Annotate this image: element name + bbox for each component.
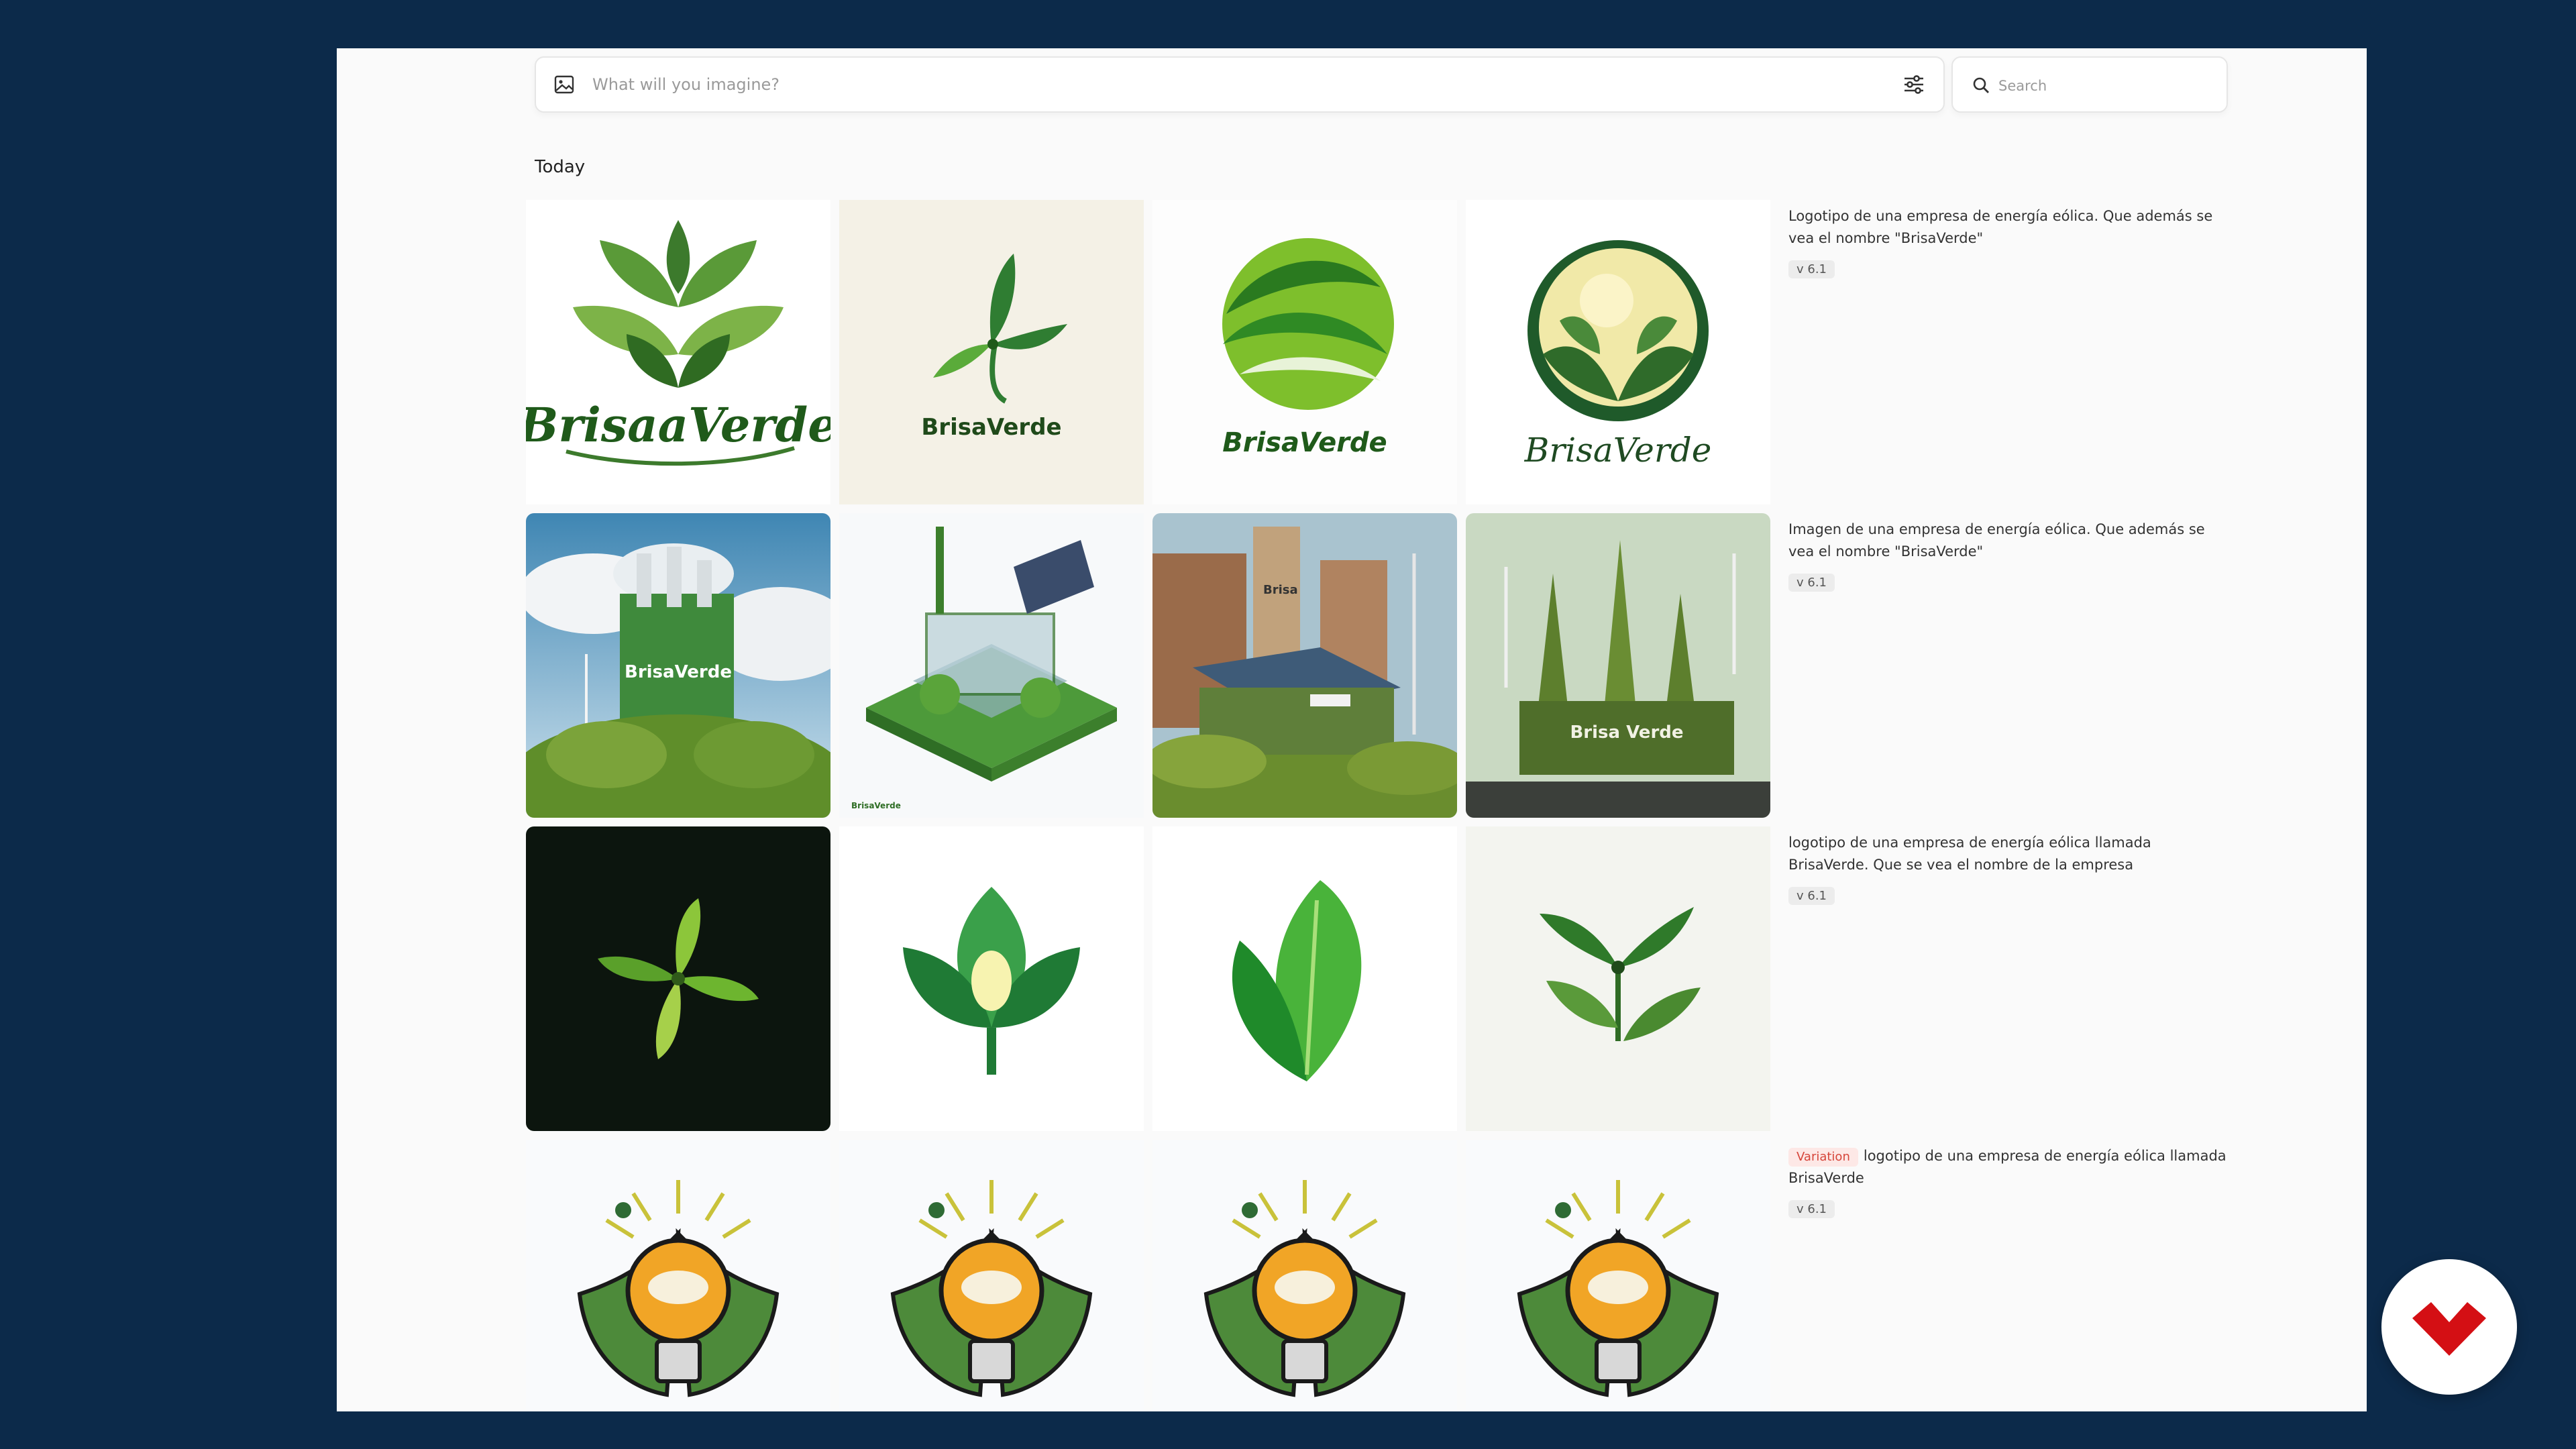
image-row-3: logotipo de una empresa de energía eólic…: [526, 826, 2243, 1131]
prompt-text[interactable]: Variation logotipo de una empresa de ener…: [1788, 1145, 2231, 1189]
image-row-1: BrisaaVerde BrisaVerde BrisaVerde BrisaV…: [526, 200, 2243, 504]
image-tile[interactable]: [839, 1140, 1144, 1411]
image-row-2: BrisaVerde BrisaVerde Brisa Brisa Verde …: [526, 513, 2243, 818]
brand-logo-icon: [2412, 1302, 2486, 1356]
image-tile[interactable]: BrisaVerde: [839, 513, 1144, 818]
tile-logo-text: BrisaVerde: [921, 414, 1061, 441]
tile-sign-text: Brisa: [1263, 583, 1298, 597]
prompt-text[interactable]: Imagen de una empresa de energía eólica.…: [1788, 519, 2231, 563]
image-tile[interactable]: [526, 1140, 830, 1411]
search-box: [1951, 56, 2228, 113]
search-icon: [1972, 76, 1990, 95]
image-tile[interactable]: [1152, 1140, 1457, 1411]
image-tile[interactable]: Brisa Verde: [1466, 513, 1770, 818]
prompt-info: logotipo de una empresa de energía eólic…: [1788, 832, 2231, 905]
tile-sign-text: BrisaVerde: [625, 662, 732, 682]
image-tile[interactable]: Brisa: [1152, 513, 1457, 818]
prompt-info: Imagen de una empresa de energía eólica.…: [1788, 519, 2231, 592]
version-badge: v 6.1: [1788, 887, 1835, 905]
image-tile[interactable]: BrisaVerde: [526, 513, 830, 818]
image-tile[interactable]: BrisaaVerde: [526, 200, 830, 504]
prompt-input[interactable]: [592, 68, 1867, 101]
image-tile[interactable]: [1466, 826, 1770, 1131]
image-icon[interactable]: [553, 74, 575, 95]
image-tile[interactable]: [526, 826, 830, 1131]
prompt-text[interactable]: Logotipo de una empresa de energía eólic…: [1788, 205, 2231, 250]
tile-logo-text: BrisaVerde: [1222, 427, 1387, 458]
app-window: Today BrisaaVerde: [337, 48, 2367, 1411]
image-tile[interactable]: [839, 826, 1144, 1131]
version-badge: v 6.1: [1788, 574, 1835, 592]
image-tile[interactable]: BrisaVerde: [1152, 200, 1457, 504]
version-badge: v 6.1: [1788, 260, 1835, 278]
prompt-text[interactable]: logotipo de una empresa de energía eólic…: [1788, 832, 2231, 876]
image-row-4: Variation logotipo de una empresa de ener…: [526, 1140, 2243, 1411]
tile-sign-text: Brisa Verde: [1570, 722, 1683, 743]
image-tile[interactable]: [1152, 826, 1457, 1131]
image-tile[interactable]: [1466, 1140, 1770, 1411]
search-input[interactable]: [1998, 70, 2213, 102]
version-badge: v 6.1: [1788, 1200, 1835, 1218]
image-tile[interactable]: BrisaVerde: [1466, 200, 1770, 504]
tile-sign-text: BrisaVerde: [851, 801, 901, 810]
sliders-icon[interactable]: [1902, 72, 1926, 97]
tile-logo-text: BrisaaVerde: [526, 397, 830, 453]
brand-logo-button[interactable]: [2381, 1259, 2517, 1395]
variation-badge: Variation: [1788, 1148, 1858, 1167]
prompt-bar: [535, 56, 1945, 113]
prompt-info: Logotipo de una empresa de energía eólic…: [1788, 205, 2231, 278]
tile-logo-text: BrisaVerde: [1524, 431, 1712, 470]
section-label-today: Today: [535, 157, 586, 177]
image-tile[interactable]: BrisaVerde: [839, 200, 1144, 504]
prompt-info: Variation logotipo de una empresa de ener…: [1788, 1145, 2231, 1218]
